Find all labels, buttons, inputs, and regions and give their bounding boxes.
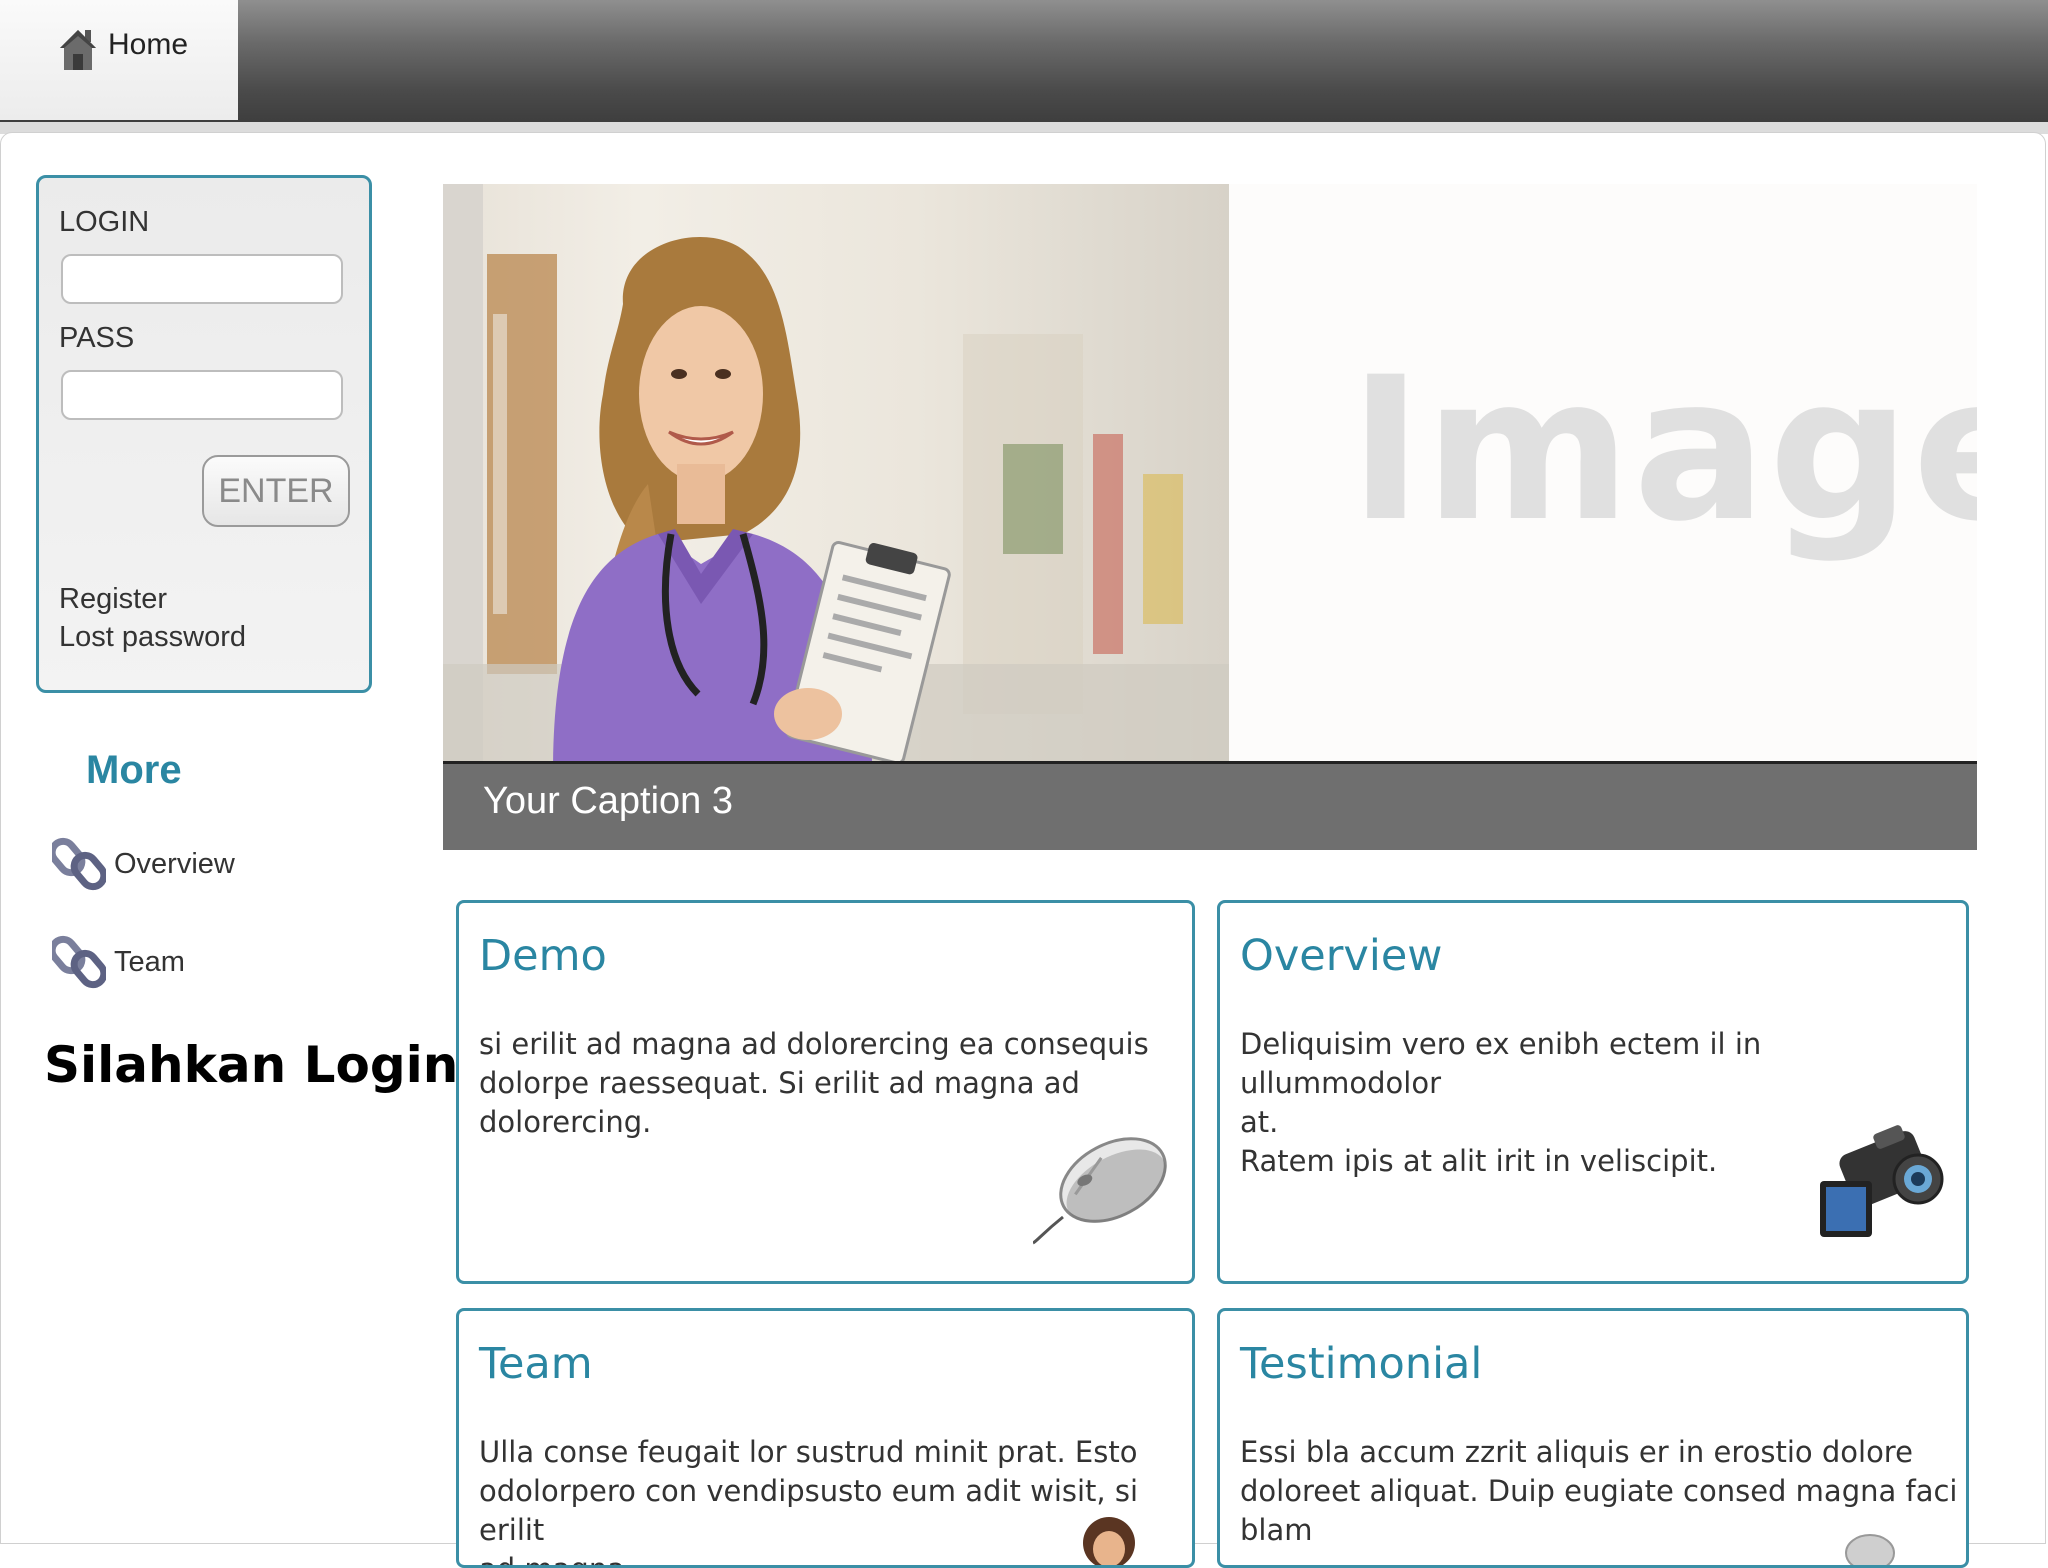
image-slider[interactable]: Image Your Caption 3	[443, 184, 1977, 850]
more-item-overview[interactable]: Overview	[52, 834, 235, 894]
login-input[interactable]	[61, 254, 343, 304]
video-camera-icon	[1820, 1125, 1944, 1237]
image-placeholder-text: Image	[1349, 334, 1977, 565]
more-item-label: Team	[114, 945, 185, 978]
more-item-team[interactable]: Team	[52, 932, 185, 992]
login-prompt: Silahkan Login	[44, 1036, 459, 1094]
card-title[interactable]: Demo	[479, 931, 607, 981]
lost-password-link[interactable]: Lost password	[59, 621, 246, 654]
testimonial-icon	[1845, 1534, 1895, 1565]
more-heading: More	[86, 748, 182, 792]
chain-link-icon	[52, 837, 106, 891]
card-overview: Overview Deliquisim vero ex enibh ectem …	[1217, 900, 1969, 1284]
mouse-icon	[1033, 1137, 1167, 1245]
login-box: LOGIN PASS ENTER Register Lost password	[36, 175, 372, 693]
card-title[interactable]: Team	[479, 1339, 593, 1389]
card-demo: Demo si erilit ad magna ad dolorercing e…	[456, 900, 1195, 1284]
home-tab[interactable]: Home	[0, 0, 238, 120]
chain-link-icon	[52, 935, 106, 989]
card-title[interactable]: Testimonial	[1240, 1339, 1482, 1389]
home-icon	[60, 30, 96, 70]
card-title[interactable]: Overview	[1240, 931, 1442, 981]
login-label: LOGIN	[59, 206, 150, 238]
slider-caption: Your Caption 3	[443, 761, 1977, 850]
home-tab-label: Home	[108, 28, 189, 61]
top-nav-bar: Home	[0, 0, 2048, 122]
pass-label: PASS	[59, 322, 135, 354]
more-item-label: Overview	[114, 847, 235, 880]
register-link[interactable]: Register	[59, 583, 167, 616]
password-input[interactable]	[61, 370, 343, 420]
card-team: Team Ulla conse feugait lor sustrud mini…	[456, 1308, 1195, 1568]
enter-button[interactable]: ENTER	[202, 455, 350, 527]
person-icon	[1083, 1517, 1135, 1565]
slider-photo	[443, 184, 1229, 774]
card-testimonial: Testimonial Essi bla accum zzrit aliquis…	[1217, 1308, 1969, 1568]
